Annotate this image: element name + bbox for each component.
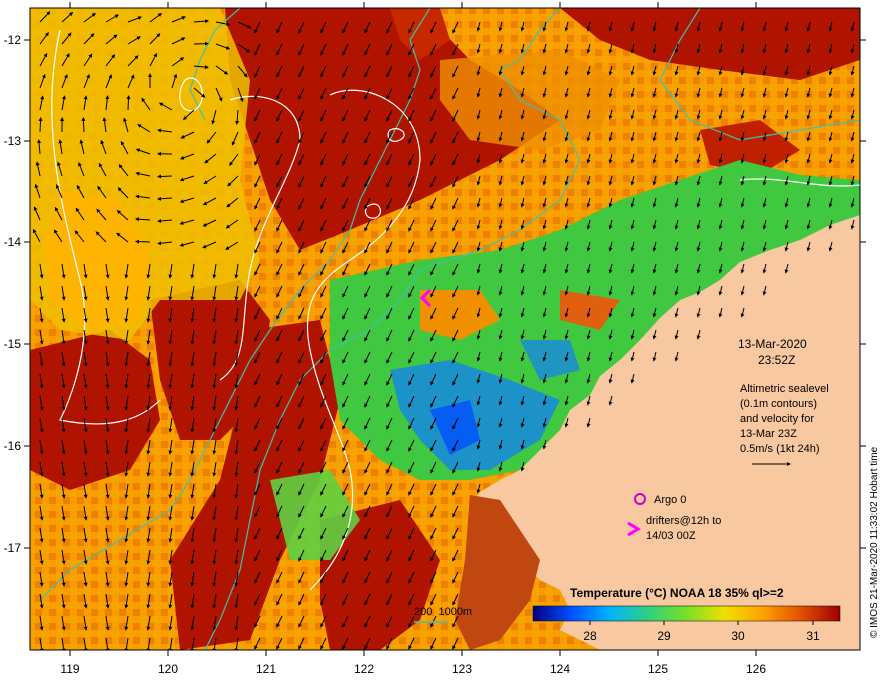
- colorbar-title: Temperature (°C) NOAA 18 35% ql>=2: [570, 586, 784, 600]
- credit-strip: © IMOS 21-Mar-2020 11:33:02 Hobart time: [869, 446, 880, 638]
- x-tick-label: 122: [354, 662, 374, 676]
- y-tick-label: -13: [4, 134, 22, 148]
- map-plot-area: [30, 8, 860, 650]
- x-tick-label: 120: [158, 662, 178, 676]
- bathymetry-label: 200 1000m: [414, 606, 472, 618]
- x-tick-label: 123: [452, 662, 472, 676]
- colorbar-gradient: [532, 605, 841, 622]
- x-tick-label: 121: [256, 662, 276, 676]
- drifters-label-line-1: drifters@12h to: [646, 515, 721, 527]
- x-tick-label: 125: [648, 662, 668, 676]
- colorbar-tick-label: 28: [583, 629, 597, 643]
- y-tick-label: -12: [4, 33, 22, 47]
- info-altimetry-line-2: (0.1m contours): [740, 398, 817, 410]
- info-altimetry-line-4: 13-Mar 23Z: [740, 428, 797, 440]
- y-tick-label: -15: [4, 337, 22, 351]
- info-velocity-scale: 0.5m/s (1kt 24h): [740, 443, 819, 455]
- colorbar-tick-label: 29: [657, 629, 671, 643]
- sst-map: 119 120 121 122 123 124 125 126 -12 -13 -14 -15 -16…: [4, 2, 866, 676]
- info-time: 23:52Z: [758, 353, 795, 367]
- colorbar-tick-label: 30: [731, 629, 745, 643]
- x-tick-label: 124: [550, 662, 570, 676]
- info-date: 13-Mar-2020: [738, 337, 807, 351]
- y-tick-label: -16: [4, 439, 22, 453]
- y-tick-label: -17: [4, 541, 22, 555]
- colorbar-tick-label: 31: [806, 629, 820, 643]
- x-tick-label: 126: [746, 662, 766, 676]
- argo-label: Argo 0: [654, 494, 686, 506]
- info-altimetry-line-1: Altimetric sealevel: [740, 383, 829, 395]
- y-tick-label: -14: [4, 235, 22, 249]
- drifters-label-line-2: 14/03 00Z: [646, 530, 696, 542]
- credit-text: © IMOS 21-Mar-2020 11:33:02 Hobart time: [869, 446, 880, 638]
- info-altimetry-line-3: and velocity for: [740, 413, 814, 425]
- x-tick-label: 119: [60, 662, 79, 676]
